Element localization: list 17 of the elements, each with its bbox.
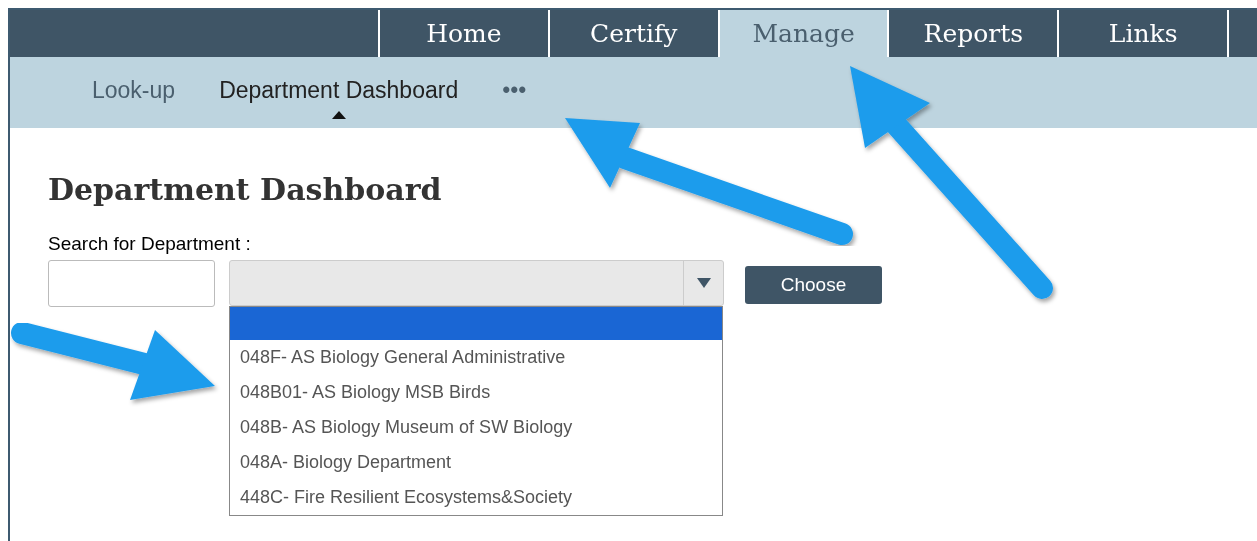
caret-icon [696,278,711,288]
subnav-link[interactable]: Look-up [92,73,176,107]
dropdown-option[interactable]: 048F- AS Biology General Administrative [230,340,722,375]
caret-icon [331,111,346,119]
highlighted-blank-option[interactable] [230,307,722,340]
dropdown-option[interactable]: 048B- AS Biology Museum of SW Biology [230,410,722,445]
search-field[interactable] [48,260,215,307]
dropdown-option[interactable]: 048B01- AS Biology MSB Birds [230,375,722,410]
subnav-link[interactable]: Department Dashboard [219,73,459,119]
subnav-link[interactable]: ••• [502,73,527,107]
page-heading: Department Dashboard [48,171,442,209]
search-label: Search for Department : [48,232,251,256]
nav-tab[interactable]: Manage [717,10,888,57]
dropdown-option[interactable]: 448C- Fire Resilient Ecosystems&Society [230,480,722,515]
choose-button[interactable]: Choose [745,266,882,304]
department-dropdown[interactable] [229,260,724,306]
dropdown-option[interactable]: 048A- Biology Department [230,445,722,480]
